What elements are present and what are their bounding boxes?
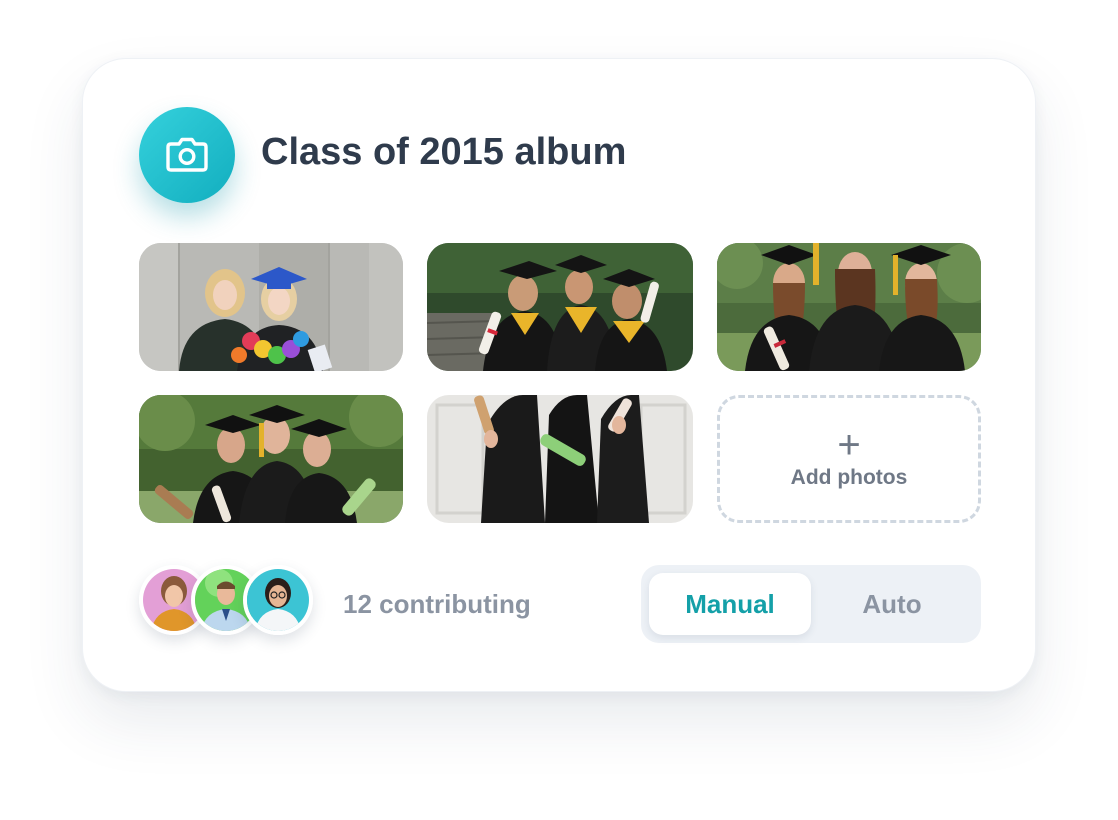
camera-icon [139,107,235,203]
photo-three-graduates-sitting[interactable] [427,243,693,371]
toggle-auto-option[interactable]: Auto [811,573,973,635]
photo-three-graduates-trees[interactable] [717,243,981,371]
plus-icon: + [837,423,861,467]
toggle-manual-option[interactable]: Manual [649,573,811,635]
contributors-count: 12 contributing [343,589,531,619]
add-photos-label: Add photos [790,466,908,489]
add-photos-button[interactable]: + Add photos [717,395,981,523]
mode-toggle: Manual Auto [641,565,981,643]
album-title: Class of 2015 album [261,131,627,173]
album-card: Class of 2015 album + Add photos 12 cont… [82,58,1036,692]
photo-graduates-in-gowns[interactable] [427,395,693,523]
photo-graduates-with-diplomas[interactable] [139,395,403,523]
photo-two-graduates-hugging[interactable] [139,243,403,371]
contributor-avatars [139,565,319,637]
avatar-woman-teal [243,565,313,635]
